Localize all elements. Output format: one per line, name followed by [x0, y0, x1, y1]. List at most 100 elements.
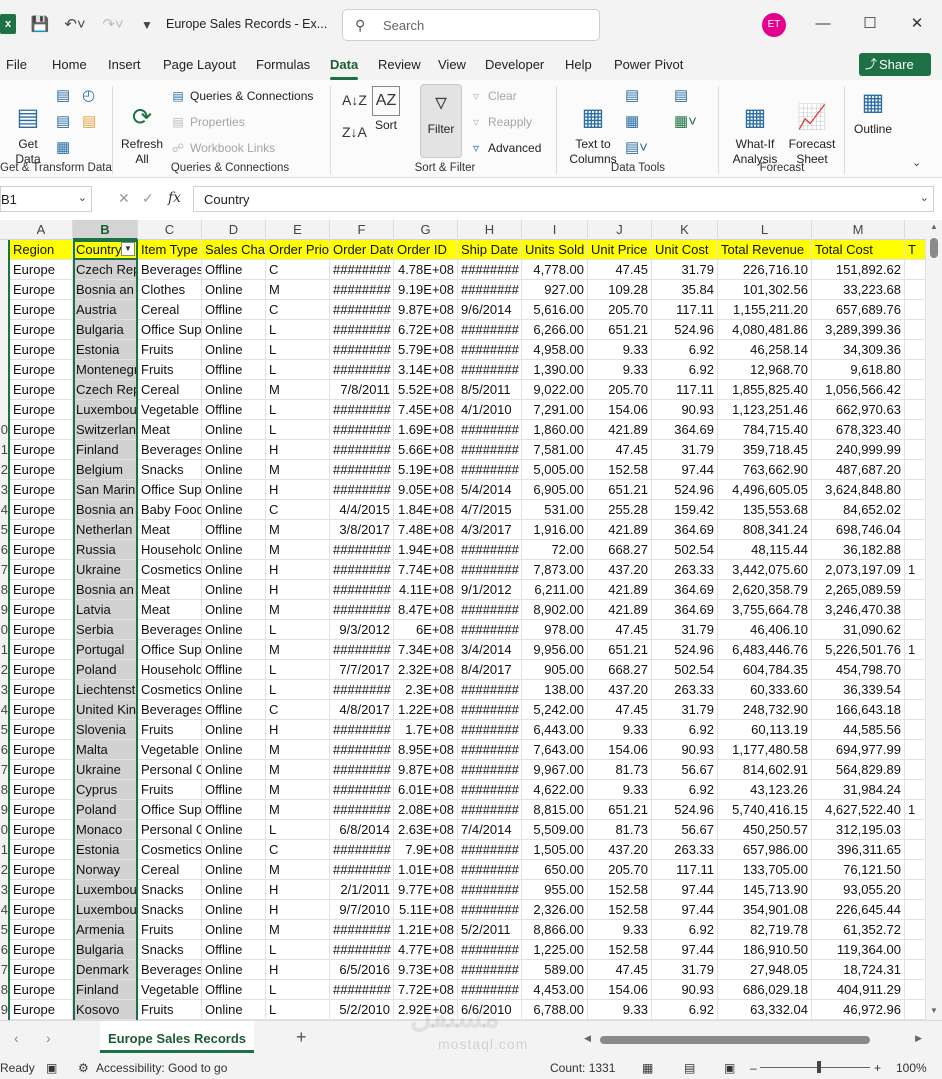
cell[interactable]: Europe: [10, 780, 73, 800]
cell[interactable]: Europe: [10, 640, 73, 660]
tab-data[interactable]: Data: [330, 57, 358, 72]
cell[interactable]: [905, 340, 926, 360]
cell[interactable]: [905, 320, 926, 340]
cell[interactable]: 9.05E+08: [394, 480, 458, 500]
cell[interactable]: C: [266, 300, 330, 320]
name-box[interactable]: B1 ⌄: [0, 186, 92, 212]
cell[interactable]: 7/7/2017: [330, 660, 394, 680]
cell[interactable]: 6,443.00: [522, 720, 588, 740]
cell[interactable]: 1.22E+08: [394, 700, 458, 720]
reapply-button[interactable]: ▿ Reapply: [468, 114, 532, 130]
text-to-columns-button[interactable]: ▦ Text to Columns: [566, 86, 620, 167]
cell[interactable]: 48,115.44: [718, 540, 812, 560]
cell[interactable]: [905, 740, 926, 760]
cell[interactable]: ########: [458, 880, 522, 900]
cell[interactable]: Europe: [10, 980, 73, 1000]
cell[interactable]: Fruits: [138, 720, 202, 740]
cell[interactable]: 905.00: [522, 660, 588, 680]
cell[interactable]: Offline: [202, 780, 266, 800]
cell[interactable]: H: [266, 720, 330, 740]
row-number[interactable]: [0, 360, 8, 380]
cell[interactable]: ########: [330, 780, 394, 800]
cell[interactable]: Offline: [202, 400, 266, 420]
cell[interactable]: 364.69: [652, 420, 718, 440]
column-header-e[interactable]: E: [266, 220, 330, 240]
cell[interactable]: [905, 360, 926, 380]
cell[interactable]: ########: [458, 700, 522, 720]
prev-sheet-icon[interactable]: ‹: [14, 1030, 19, 1046]
cell[interactable]: 4/7/2015: [458, 500, 522, 520]
cell[interactable]: Fruits: [138, 780, 202, 800]
cell[interactable]: 152.58: [588, 940, 652, 960]
from-text-icon[interactable]: ▤: [56, 86, 70, 104]
cell[interactable]: Malta: [73, 740, 138, 760]
cell[interactable]: 404,911.29: [812, 980, 905, 1000]
header-cell[interactable]: Item Type: [138, 240, 202, 260]
cell[interactable]: Online: [202, 680, 266, 700]
cell[interactable]: 166,643.18: [812, 700, 905, 720]
cell[interactable]: Office Sup: [138, 640, 202, 660]
sort-button[interactable]: AZ Sort: [370, 86, 402, 133]
cell[interactable]: 1.01E+08: [394, 860, 458, 880]
cell[interactable]: H: [266, 560, 330, 580]
cell[interactable]: Beverages: [138, 440, 202, 460]
cell[interactable]: L: [266, 660, 330, 680]
consolidate-icon[interactable]: ▤: [674, 86, 688, 104]
cell[interactable]: 9.73E+08: [394, 960, 458, 980]
cell[interactable]: Czech Rep: [73, 260, 138, 280]
cell[interactable]: 3.14E+08: [394, 360, 458, 380]
cell[interactable]: Snacks: [138, 940, 202, 960]
cell[interactable]: Online: [202, 1000, 266, 1020]
cell[interactable]: 43,123.26: [718, 780, 812, 800]
cell[interactable]: 421.89: [588, 600, 652, 620]
cell[interactable]: ########: [458, 800, 522, 820]
cell[interactable]: Fruits: [138, 340, 202, 360]
cell[interactable]: 117.11: [652, 380, 718, 400]
cell[interactable]: Europe: [10, 320, 73, 340]
row-number[interactable]: [0, 240, 8, 260]
cell[interactable]: 8/4/2017: [458, 660, 522, 680]
cell[interactable]: 152.58: [588, 880, 652, 900]
cell[interactable]: 6,788.00: [522, 1000, 588, 1020]
cell[interactable]: ########: [330, 360, 394, 380]
cell[interactable]: 5,242.00: [522, 700, 588, 720]
cell[interactable]: 76,121.50: [812, 860, 905, 880]
row-number[interactable]: 0: [0, 820, 8, 840]
cell[interactable]: [905, 880, 926, 900]
row-number[interactable]: 3: [0, 680, 8, 700]
cell[interactable]: 97.44: [652, 940, 718, 960]
cell[interactable]: ########: [458, 460, 522, 480]
column-header-h[interactable]: H: [458, 220, 522, 240]
cell[interactable]: ########: [330, 740, 394, 760]
cell[interactable]: 9,618.80: [812, 360, 905, 380]
cell[interactable]: 8/5/2011: [458, 380, 522, 400]
cell[interactable]: M: [266, 380, 330, 400]
cell[interactable]: 6,266.00: [522, 320, 588, 340]
row-number[interactable]: 6: [0, 740, 8, 760]
cell[interactable]: 6,483,446.76: [718, 640, 812, 660]
cell[interactable]: 7.34E+08: [394, 640, 458, 660]
cell[interactable]: 1.7E+08: [394, 720, 458, 740]
cell[interactable]: Kosovo: [73, 1000, 138, 1020]
cell[interactable]: Bosnia an: [73, 500, 138, 520]
cell[interactable]: 60,333.60: [718, 680, 812, 700]
cell[interactable]: Europe: [10, 680, 73, 700]
cell[interactable]: 240,999.99: [812, 440, 905, 460]
row-number[interactable]: 7: [0, 960, 8, 980]
cell[interactable]: 159.42: [652, 500, 718, 520]
zoom-out-icon[interactable]: –: [750, 1061, 757, 1075]
cell[interactable]: 487,687.20: [812, 460, 905, 480]
cell[interactable]: ########: [330, 800, 394, 820]
tab-insert[interactable]: Insert: [108, 57, 141, 72]
cell[interactable]: 4,778.00: [522, 260, 588, 280]
cell[interactable]: C: [266, 700, 330, 720]
expand-formula-icon[interactable]: ⌄: [920, 191, 929, 204]
cell[interactable]: 364.69: [652, 520, 718, 540]
cell[interactable]: 450,250.57: [718, 820, 812, 840]
cell[interactable]: Europe: [10, 460, 73, 480]
cell[interactable]: 5,226,501.76: [812, 640, 905, 660]
cell[interactable]: 1,177,480.58: [718, 740, 812, 760]
page-layout-view-icon[interactable]: ▤: [684, 1061, 695, 1075]
row-number[interactable]: [0, 340, 8, 360]
cell[interactable]: 524.96: [652, 480, 718, 500]
